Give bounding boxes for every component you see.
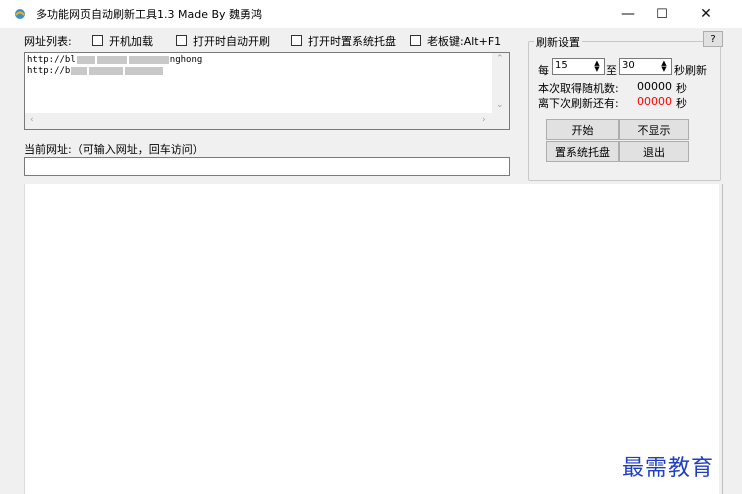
- main-window: 网址列表: 开机加载 打开时自动开刷 打开时置系统托盘 老板键:Alt+F1 h…: [0, 28, 742, 494]
- url-list-content: http://bl nghong http://b: [27, 55, 202, 77]
- scroll-left-icon[interactable]: ‹: [30, 115, 34, 125]
- remaining-time-label: 离下次刷新还有:: [538, 97, 619, 110]
- current-url-input[interactable]: [24, 157, 510, 176]
- start-button[interactable]: 开始: [546, 119, 619, 140]
- auto-refresh-label[interactable]: 打开时自动开刷: [193, 33, 270, 49]
- spinner-arrows-icon[interactable]: ▲ ▼: [591, 60, 603, 73]
- random-number-label: 本次取得随机数:: [538, 82, 619, 95]
- title-bar: 多功能网页自动刷新工具1.3 Made By 魏勇鸿 — ☐ ✕: [0, 0, 742, 28]
- help-button[interactable]: ?: [703, 31, 723, 47]
- seconds-refresh-label: 秒刷新: [674, 64, 707, 77]
- browser-border: [719, 184, 723, 494]
- window-title: 多功能网页自动刷新工具1.3 Made By 魏勇鸿: [36, 8, 263, 21]
- url-list-label: 网址列表:: [24, 35, 72, 48]
- url-list-horizontal-scrollbar[interactable]: ‹ ›: [25, 113, 493, 129]
- redacted-block: [71, 66, 88, 75]
- url-list-vertical-scrollbar[interactable]: ⌃ ⌄: [492, 53, 509, 114]
- redacted-block: [76, 55, 95, 64]
- scroll-up-icon[interactable]: ⌃: [496, 54, 504, 64]
- url-line-1-prefix: http://bl: [27, 55, 76, 65]
- url-line-1-suffix: nghong: [169, 55, 203, 65]
- min-seconds-value: 15: [555, 60, 568, 71]
- maximize-button[interactable]: ☐: [640, 0, 684, 28]
- remaining-time-unit: 秒: [676, 97, 687, 110]
- hide-button[interactable]: 不显示: [619, 119, 689, 140]
- spinner-arrows-icon[interactable]: ▲ ▼: [658, 60, 670, 73]
- random-number-value: 00000: [637, 80, 672, 93]
- boot-load-label[interactable]: 开机加载: [109, 33, 153, 49]
- redacted-block: [128, 55, 169, 64]
- redacted-block: [89, 66, 124, 75]
- watermark-text: 最需教育: [622, 456, 715, 481]
- random-number-unit: 秒: [676, 82, 687, 95]
- scroll-down-icon[interactable]: ⌄: [496, 100, 504, 110]
- min-seconds-spinner[interactable]: 15 ▲ ▼: [552, 58, 605, 75]
- redacted-block: [96, 55, 127, 64]
- web-browser-view[interactable]: [24, 184, 719, 494]
- tray-button[interactable]: 置系统托盘: [546, 141, 619, 162]
- tray-on-open-checkbox[interactable]: [291, 35, 302, 46]
- current-url-label: 当前网址:（可输入网址，回车访问）: [24, 143, 204, 156]
- remaining-time-value: 00000: [637, 95, 672, 108]
- close-button[interactable]: ✕: [684, 0, 728, 28]
- scroll-right-icon[interactable]: ›: [482, 115, 486, 125]
- max-seconds-spinner[interactable]: 30 ▲ ▼: [619, 58, 672, 75]
- auto-refresh-checkbox[interactable]: [176, 35, 187, 46]
- exit-button[interactable]: 退出: [619, 141, 689, 162]
- scrollbar-corner: [492, 113, 509, 129]
- app-icon: [15, 9, 25, 19]
- tray-on-open-label[interactable]: 打开时置系统托盘: [308, 33, 396, 49]
- url-line-2-prefix: http://b: [27, 66, 71, 76]
- url-list-textarea[interactable]: http://bl nghong http://b ⌃ ⌄ ‹ ›: [24, 52, 510, 130]
- max-seconds-value: 30: [622, 60, 635, 71]
- every-label: 每: [538, 64, 549, 77]
- boss-key-label[interactable]: 老板键:Alt+F1: [427, 33, 501, 49]
- boot-load-checkbox[interactable]: [92, 35, 103, 46]
- redacted-block: [125, 66, 164, 75]
- boss-key-checkbox[interactable]: [410, 35, 421, 46]
- to-label: 至: [606, 64, 617, 77]
- refresh-settings-title: 刷新设置: [534, 34, 582, 50]
